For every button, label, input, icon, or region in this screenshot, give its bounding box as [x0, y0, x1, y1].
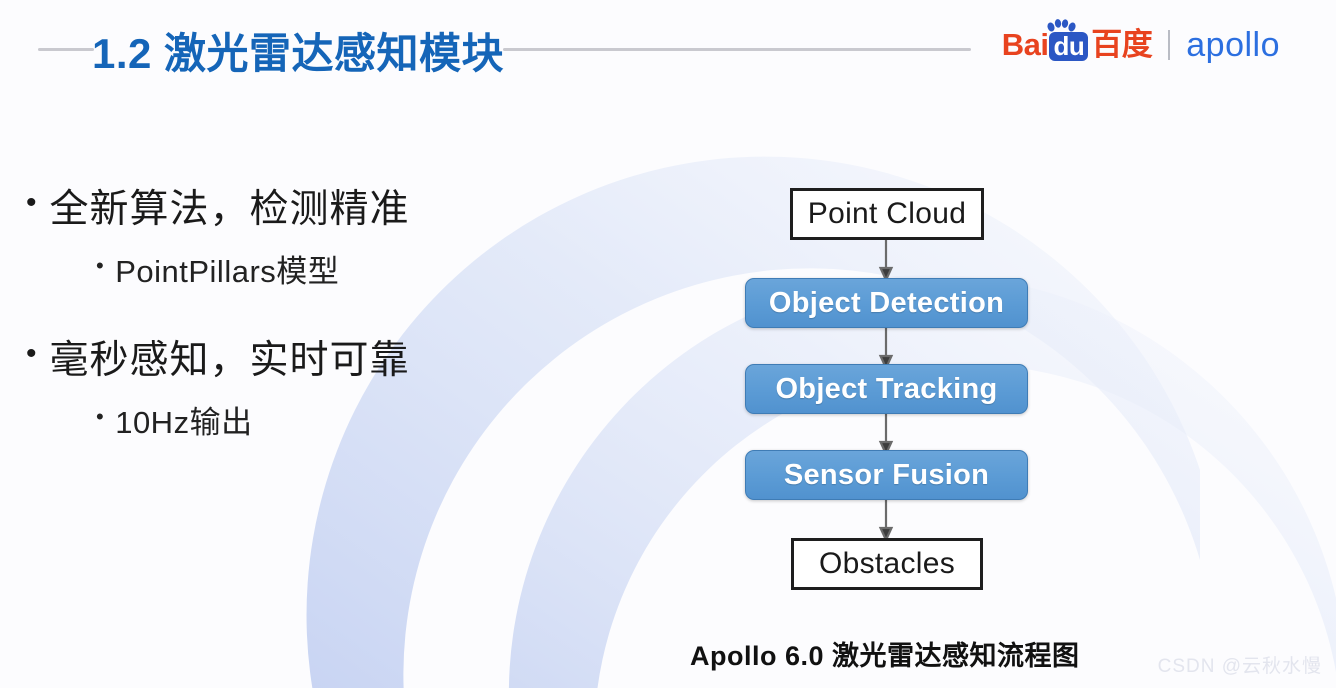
brand-divider: [1168, 30, 1171, 60]
bullet-level2-text: 10Hz输出: [115, 405, 253, 440]
bullet-level1-text: 毫秒感知，实时可靠: [49, 339, 410, 382]
flow-node-label: Object Detection: [768, 286, 1005, 319]
page-title: 1.2 激光雷达感知模块: [92, 30, 505, 77]
flow-node-label: Obstacles: [818, 547, 956, 580]
slide-canvas: 1.2 激光雷达感知模块 Bai du 百度 apollo • 全新算法，检测精…: [0, 0, 1336, 688]
bullet-sub-dot-icon: •: [96, 253, 105, 278]
bullet-level2: • 10Hz输出: [96, 397, 546, 442]
paw-icon: [1047, 19, 1077, 32]
bullet-list: • 全新算法，检测精准 • PointPillars模型 • 毫秒感知，实时可靠…: [26, 178, 546, 442]
bullet-level2: • PointPillars模型: [96, 246, 546, 291]
flow-node-label: Sensor Fusion: [783, 458, 990, 491]
bullet-group: • 毫秒感知，实时可靠 • 10Hz输出: [26, 329, 546, 442]
bullet-dot-icon: •: [26, 337, 38, 370]
apollo-logo-text: apollo: [1186, 26, 1280, 64]
flow-node-label: Point Cloud: [807, 197, 967, 230]
baidu-bai-text: Bai: [1001, 27, 1049, 62]
flow-node-object-tracking[interactable]: Object Tracking: [745, 364, 1028, 414]
flowchart-connectors: [878, 240, 894, 543]
title-rule-right: [503, 48, 971, 51]
bullet-level2-text: PointPillars模型: [115, 254, 340, 289]
bullet-group: • 全新算法，检测精准 • PointPillars模型: [26, 178, 546, 291]
apollo-logo: apollo: [1186, 28, 1280, 62]
flowchart-caption: Apollo 6.0 激光雷达感知流程图: [690, 641, 1080, 671]
baidu-logo: Bai du 百度: [1001, 19, 1153, 62]
bullet-level1: • 毫秒感知，实时可靠: [26, 329, 546, 385]
bullet-dot-icon: •: [26, 186, 38, 219]
flow-node-point-cloud[interactable]: Point Cloud: [790, 188, 984, 240]
baidu-du-badge: du: [1047, 19, 1089, 61]
bullet-level1-text: 全新算法，检测精准: [49, 188, 410, 231]
flow-node-obstacles[interactable]: Obstacles: [791, 538, 983, 590]
bullet-level1: • 全新算法，检测精准: [26, 178, 546, 234]
flowchart: Point Cloud Object Detection Object Trac…: [690, 180, 1090, 680]
bullet-sub-dot-icon: •: [96, 404, 105, 429]
baidu-du-text: du: [1053, 31, 1085, 61]
title-rule-left: [38, 48, 94, 51]
flow-node-sensor-fusion[interactable]: Sensor Fusion: [745, 450, 1028, 500]
flow-node-object-detection[interactable]: Object Detection: [745, 278, 1028, 328]
brand-logos: Bai du 百度 apollo: [1001, 19, 1280, 62]
baidu-chinese-text: 百度: [1091, 27, 1153, 62]
watermark: CSDN @云秋水慢: [1157, 656, 1322, 677]
flow-node-label: Object Tracking: [775, 372, 998, 405]
